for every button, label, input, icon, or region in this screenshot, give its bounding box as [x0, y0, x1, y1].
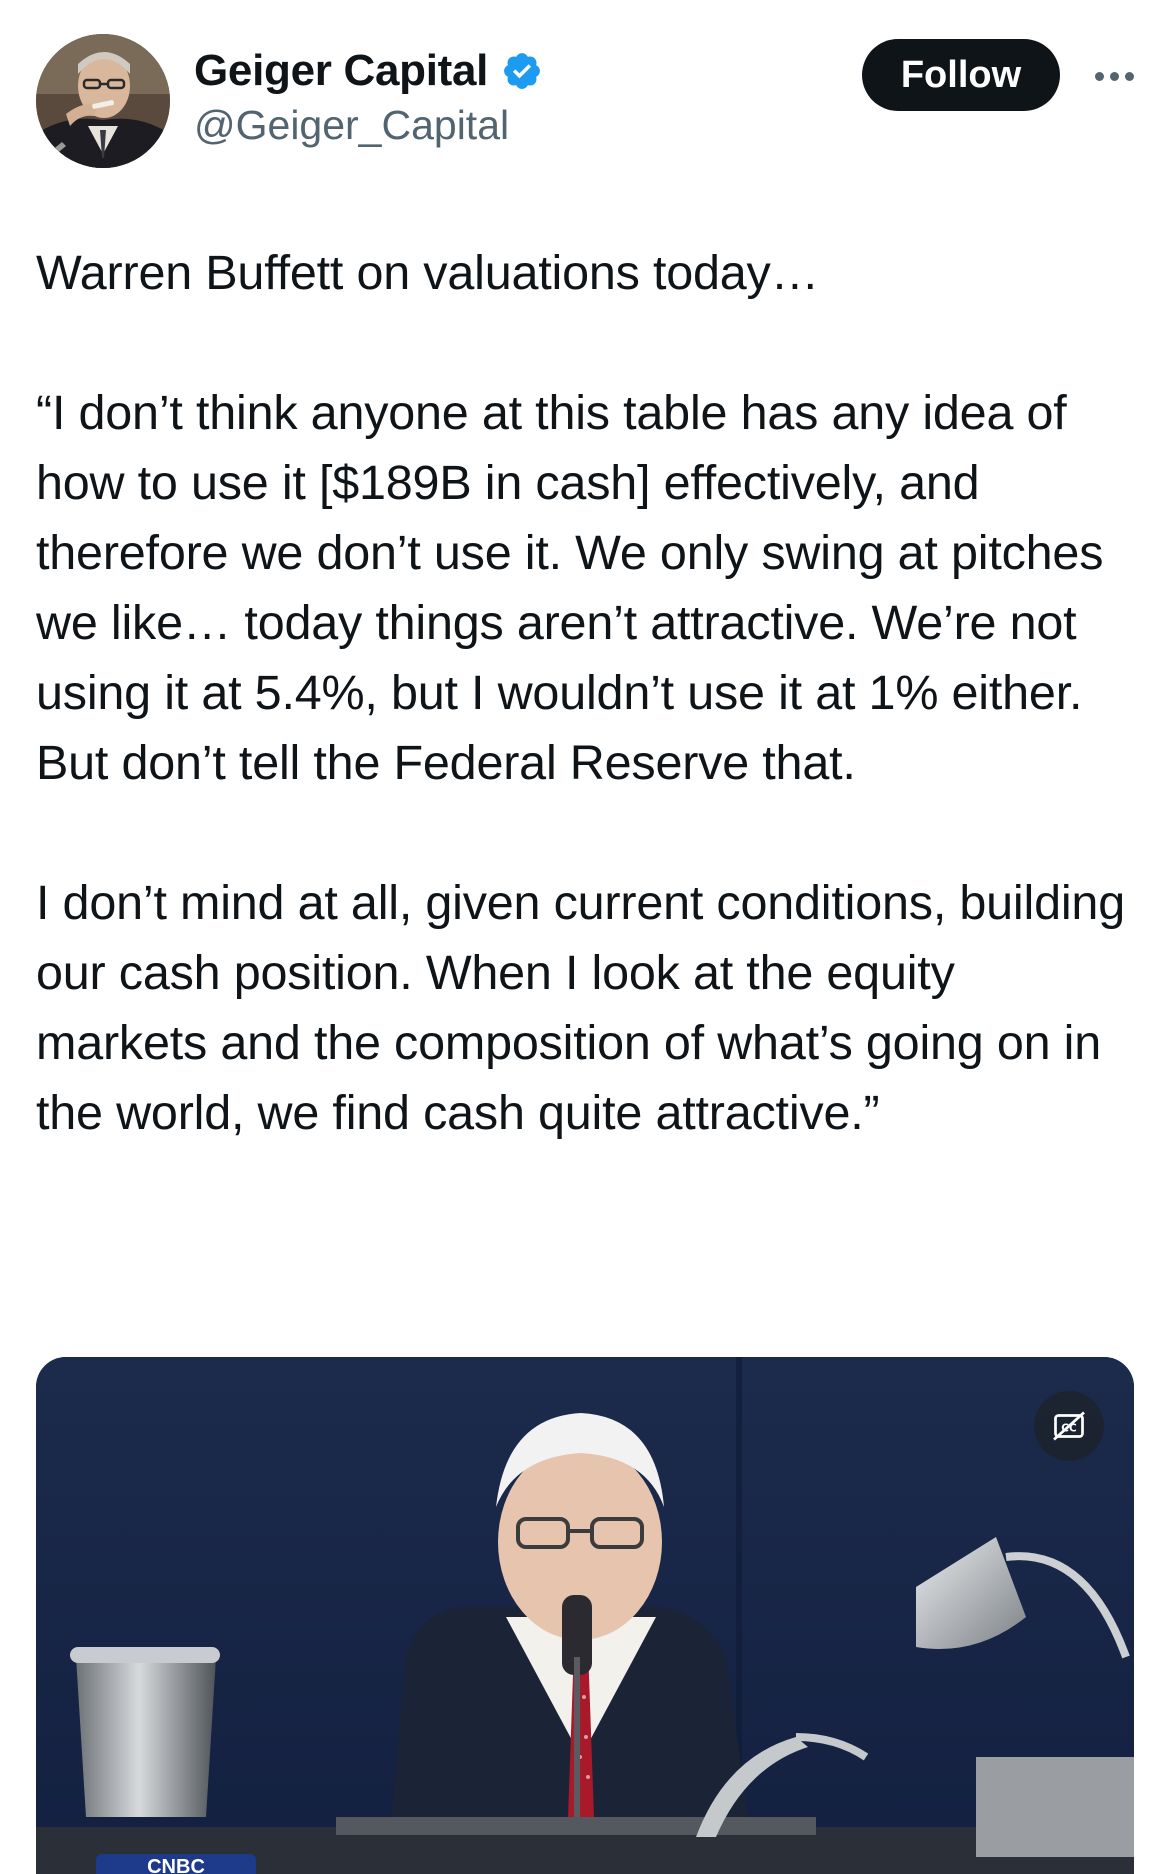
network-logo: CNBC [96, 1854, 256, 1874]
author-avatar[interactable] [36, 34, 170, 168]
author-handle[interactable]: @Geiger_Capital [194, 102, 543, 149]
author-info: Geiger Capital @Geiger_Capital [194, 46, 543, 149]
tweet-text: Warren Buffett on valuations today… “I d… [36, 238, 1136, 1148]
more-horizontal-icon[interactable] [1084, 56, 1144, 96]
tweet-paragraph: Warren Buffett on valuations today… [36, 246, 819, 300]
tweet-paragraph: “I don’t think anyone at this table has … [36, 386, 1117, 790]
video-frame [36, 1357, 1134, 1874]
avatar-image [36, 34, 170, 168]
tweet-video[interactable]: CC CNBC [36, 1357, 1134, 1874]
tweet-paragraph: I don’t mind at all, given current condi… [36, 876, 1139, 1140]
follow-button[interactable]: Follow [862, 39, 1060, 111]
author-display-name[interactable]: Geiger Capital [194, 46, 488, 96]
tweet-header: Geiger Capital @Geiger_Capital Follow [36, 34, 1136, 174]
closed-captions-off-icon[interactable]: CC [1034, 1391, 1104, 1461]
verified-badge-icon[interactable] [501, 50, 543, 92]
